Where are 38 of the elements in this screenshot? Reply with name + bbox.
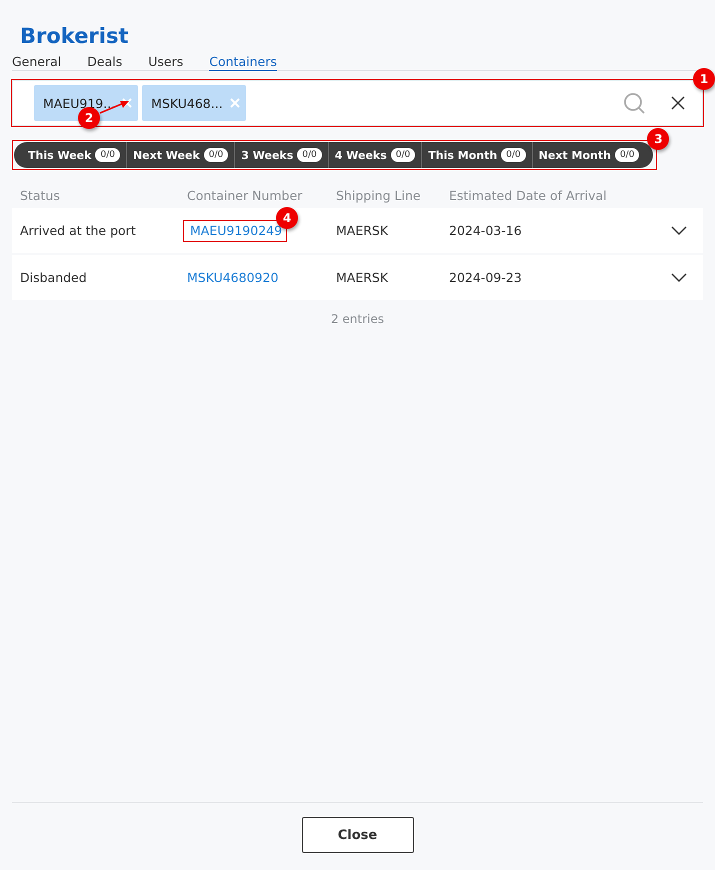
tab[interactable]: Deals	[87, 54, 122, 71]
table-cell-text: 2024-03-16	[448, 223, 523, 238]
column-header: Container Number	[186, 188, 304, 202]
filter-button[interactable]: This Week 0/0	[22, 142, 126, 168]
column-header: Status	[19, 188, 61, 202]
callout-badge: 1	[693, 68, 715, 90]
close-button[interactable]: Close	[302, 817, 414, 853]
container-link[interactable]: MSKU4680920	[187, 270, 278, 285]
close-icon	[671, 96, 685, 110]
table-cell-text: MAERSK	[335, 223, 390, 238]
table-cell-text: MAERSK	[335, 270, 390, 285]
count-badge: 0/0	[390, 148, 416, 162]
tab[interactable]: General	[12, 54, 62, 71]
filter-button[interactable]: This Month 0/0	[421, 142, 532, 168]
search-icon	[623, 92, 645, 114]
chevron-down-icon[interactable]	[671, 226, 687, 236]
count-badge: 0/0	[501, 148, 526, 162]
chip-label: MSKU468...	[151, 96, 223, 110]
entries-count: 2 entries	[330, 312, 386, 326]
count-badge: 0/0	[204, 148, 228, 162]
table-cell-text: 2024-09-23	[448, 270, 523, 285]
filter-button[interactable]: 4 Weeks 0/0	[328, 142, 422, 168]
chevron-down-icon[interactable]	[671, 272, 687, 282]
table-cell-text: Arrived at the port	[19, 223, 137, 238]
tab[interactable]: Users	[148, 54, 184, 71]
filter-button[interactable]: 3 Weeks 0/0	[234, 142, 328, 168]
count-badge: 0/0	[614, 148, 640, 162]
remove-icon[interactable]	[122, 98, 132, 108]
filter-button[interactable]: Next Month 0/0	[532, 142, 646, 168]
column-header: Shipping Line	[335, 188, 422, 202]
filter-button[interactable]: Next Week 0/0	[126, 142, 234, 168]
table-cell-text: Disbanded	[19, 270, 88, 285]
column-header: Estimated Date of Arrival	[448, 188, 608, 202]
count-badge: 0/0	[95, 148, 120, 162]
count-badge: 0/0	[297, 148, 322, 162]
tab[interactable]: Containers	[209, 54, 277, 71]
callout-badge: 3	[647, 128, 670, 150]
app-title: Brokerist	[20, 23, 130, 50]
